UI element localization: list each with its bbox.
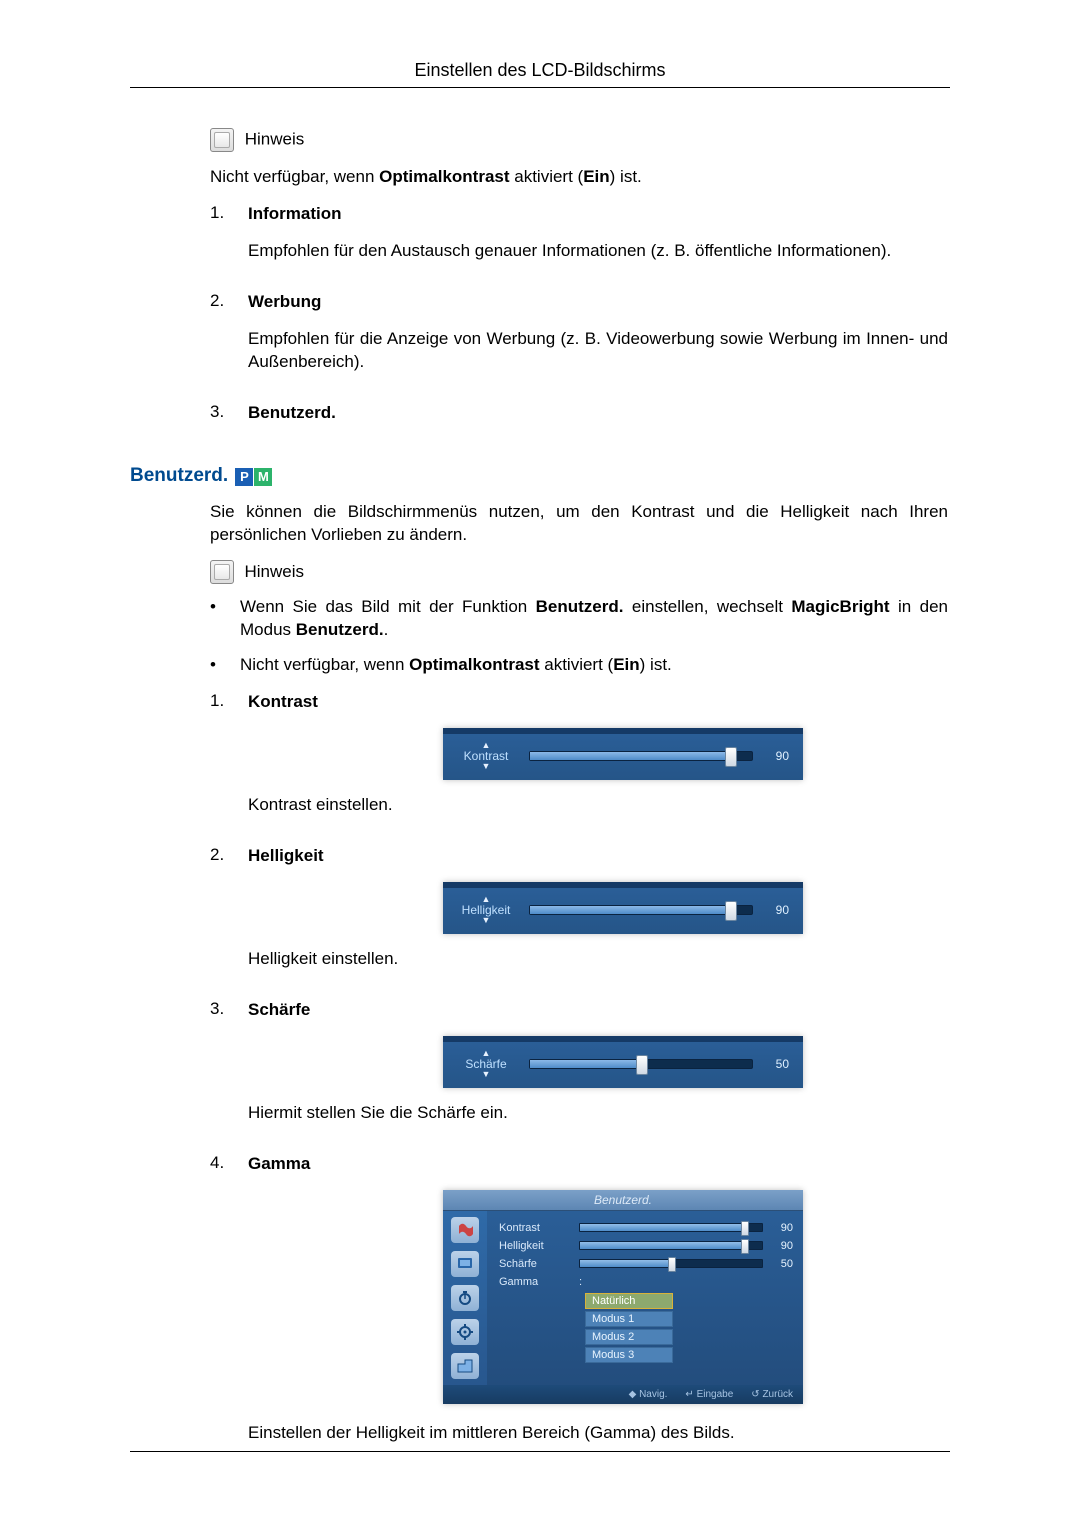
menu-footer-enter: ↵ Eingabe [685,1389,733,1400]
menu-row-bar [579,1259,763,1268]
item-title-gamma: Gamma [248,1153,948,1176]
menu-row-value: 90 [773,1222,793,1234]
badge-p-icon: P [235,468,253,486]
slider-track[interactable] [529,905,753,915]
menu-row-label: Helligkeit [499,1240,569,1252]
item-desc: Helligkeit einstellen. [248,948,948,971]
menu-row-bar [579,1223,763,1232]
list-title-benutzerd: Benutzerd. [248,402,948,425]
bullet-text: Nicht verfügbar, wenn Optimalkontrast ak… [240,654,948,677]
arrow-down-icon: ▼ [457,1071,515,1078]
arrow-down-icon: ▼ [457,763,515,770]
note-text: Nicht verfügbar, wenn Optimalkontrast ak… [210,166,948,189]
gamma-option-modus3[interactable]: Modus 3 [585,1347,673,1363]
list-number: 2. [210,845,248,985]
item-title-helligkeit: Helligkeit [248,845,948,868]
menu-row-bar [579,1241,763,1250]
badge-m-icon: M [254,468,272,486]
note-label: Hinweis [245,130,305,149]
list-number: 3. [210,402,248,439]
menu-row-label: Gamma [499,1276,569,1288]
item-desc: Kontrast einstellen. [248,794,948,817]
slider-figure-helligkeit: ▲ Helligkeit ▼ 90 [443,882,803,934]
menu-row-gamma[interactable]: Gamma : [499,1273,793,1291]
gamma-option-natuerlich[interactable]: Natürlich [585,1293,673,1309]
menu-row-label: Kontrast [499,1222,569,1234]
item-title-kontrast: Kontrast [248,691,948,714]
list-title-werbung: Werbung [248,291,948,314]
section-intro: Sie können die Bildschirmmenüs nutzen, u… [210,501,948,547]
section-title-benutzerd: Benutzerd. PM [130,465,950,487]
arrow-up-icon: ▲ [457,1050,515,1057]
page-footer-rule [130,1451,950,1453]
list-desc: Empfohlen für den Austausch genauer Info… [248,240,948,263]
mode-badge-pm: PM [235,465,273,487]
list-title-information: Information [248,203,948,226]
note-icon [210,560,234,584]
menu-footer-back: ↺ Zurück [751,1389,793,1400]
note-icon [210,128,234,152]
menu-side-settings-icon[interactable] [451,1319,479,1345]
slider-label: ▲ Schärfe ▼ [457,1050,515,1078]
slider-thumb[interactable] [636,1055,648,1075]
menu-sidebar [443,1211,487,1385]
page-title: Einstellen des LCD-Bildschirms [414,60,665,80]
slider-figure-kontrast: ▲ Kontrast ▼ 90 [443,728,803,780]
list-number: 3. [210,999,248,1139]
page-header: Einstellen des LCD-Bildschirms [130,60,950,88]
menu-side-display-icon[interactable] [451,1251,479,1277]
note-label: Hinweis [244,562,304,581]
menu-side-picture-icon[interactable] [451,1217,479,1243]
slider-track[interactable] [529,751,753,761]
arrow-up-icon: ▲ [457,896,515,903]
menu-row-helligkeit[interactable]: Helligkeit 90 [499,1237,793,1255]
bullet-text: Wenn Sie das Bild mit der Funktion Benut… [240,596,948,642]
list-desc: Empfohlen für die Anzeige von Werbung (z… [248,328,948,374]
menu-row-value: 50 [773,1258,793,1270]
arrow-down-icon: ▼ [457,917,515,924]
gamma-menu-figure: Benutzerd. Kontrast [443,1190,803,1404]
slider-value: 90 [767,749,789,763]
slider-thumb[interactable] [725,747,737,767]
menu-row-kontrast[interactable]: Kontrast 90 [499,1219,793,1237]
slider-value: 50 [767,1057,789,1071]
slider-label: ▲ Helligkeit ▼ [457,896,515,924]
menu-footer-nav: ◆ Navig. [629,1389,668,1400]
slider-figure-schaerfe: ▲ Schärfe ▼ 50 [443,1036,803,1088]
item-desc: Hiermit stellen Sie die Schärfe ein. [248,1102,948,1125]
menu-side-input-icon[interactable] [451,1353,479,1379]
slider-label: ▲ Kontrast ▼ [457,742,515,770]
slider-thumb[interactable] [725,901,737,921]
menu-row-schaerfe[interactable]: Schärfe 50 [499,1255,793,1273]
list-number: 4. [210,1153,248,1459]
item-title-schaerfe: Schärfe [248,999,948,1022]
menu-side-timer-icon[interactable] [451,1285,479,1311]
menu-row-value: 90 [773,1240,793,1252]
slider-value: 90 [767,903,789,917]
list-number: 1. [210,691,248,831]
menu-footer: ◆ Navig. ↵ Eingabe ↺ Zurück [443,1385,803,1404]
arrow-up-icon: ▲ [457,742,515,749]
menu-row-label: Schärfe [499,1258,569,1270]
gamma-option-modus2[interactable]: Modus 2 [585,1329,673,1345]
list-number: 1. [210,203,248,277]
menu-title: Benutzerd. [443,1190,803,1211]
item-desc: Einstellen der Helligkeit im mittleren B… [248,1422,948,1445]
slider-track[interactable] [529,1059,753,1069]
list-number: 2. [210,291,248,388]
gamma-option-modus1[interactable]: Modus 1 [585,1311,673,1327]
